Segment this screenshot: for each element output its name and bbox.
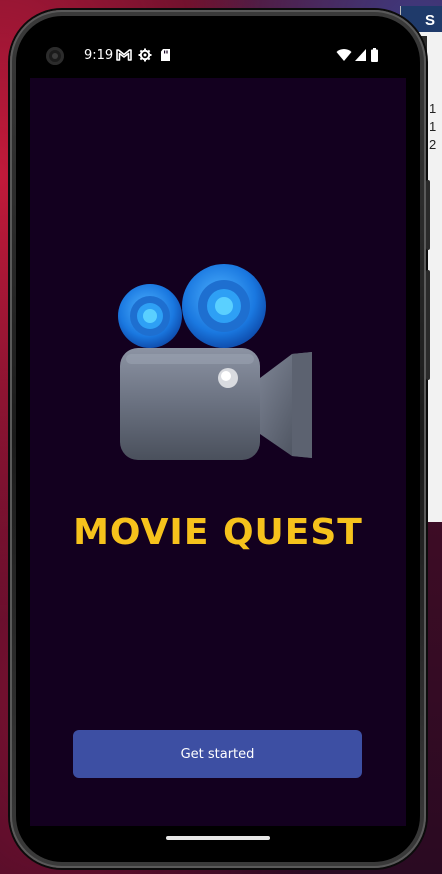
- home-indicator[interactable]: [166, 836, 270, 840]
- status-bar: 9:19: [30, 42, 382, 70]
- front-camera: [46, 47, 64, 65]
- status-time: 9:19: [84, 48, 114, 63]
- battery-icon: [371, 48, 378, 62]
- settings-gear-icon: [138, 48, 152, 62]
- background-window-rows: 1 1 2: [429, 100, 436, 154]
- app-title: MOVIE QUEST: [73, 512, 363, 553]
- volume-button: [426, 270, 430, 380]
- sd-card-icon: [161, 49, 170, 61]
- background-window-row: 2: [429, 137, 437, 152]
- background-window-row: 1: [429, 101, 437, 116]
- gmail-icon: [116, 49, 132, 61]
- get-started-button[interactable]: Get started: [73, 730, 362, 778]
- movie-camera-icon: [118, 264, 312, 460]
- background-window-title: S: [425, 12, 436, 29]
- background-window-row: 1: [429, 119, 437, 134]
- wifi-icon: [336, 49, 352, 61]
- signal-icon: [355, 49, 366, 61]
- power-button: [426, 180, 430, 250]
